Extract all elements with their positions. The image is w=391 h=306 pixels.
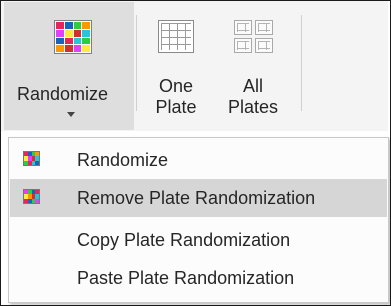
color-grid-icon	[23, 151, 40, 166]
color-cell	[56, 45, 64, 52]
menu-item-copy-plate-randomization[interactable]: Copy Plate Randomization	[10, 221, 387, 259]
color-grid-remove-icon	[23, 189, 40, 204]
chevron-down-icon	[67, 112, 75, 117]
color-cell	[56, 29, 64, 37]
color-cell	[82, 22, 90, 29]
color-cell	[64, 22, 73, 29]
color-cell	[56, 37, 64, 45]
randomize-dropdown-button[interactable]: Randomize	[4, 2, 134, 130]
ribbon-separator	[136, 15, 137, 111]
color-cell	[73, 22, 82, 29]
ribbon-toolbar: Randomize One Plate All Plates	[1, 1, 388, 131]
menu-item-label: Paste Plate Randomization	[77, 268, 295, 288]
color-cell	[64, 29, 73, 37]
color-grid-icon	[54, 20, 92, 54]
color-cell	[73, 45, 82, 52]
one-plate-button[interactable]: One Plate	[141, 2, 211, 130]
menu-item-label: Randomize	[77, 150, 169, 170]
menu-item-label: Remove Plate Randomization	[77, 188, 316, 208]
one-plate-label-line2: Plate	[155, 97, 197, 117]
multi-plate-grid-icon	[234, 20, 274, 54]
one-plate-label: One Plate	[141, 76, 211, 118]
single-plate-grid-icon	[158, 20, 194, 53]
randomize-button-label: Randomize	[17, 84, 109, 104]
ribbon-separator	[301, 15, 302, 111]
color-cell	[73, 37, 82, 45]
all-plates-label-line2: Plates	[227, 97, 279, 117]
color-cell	[82, 45, 90, 52]
color-cell	[64, 45, 73, 52]
all-plates-button[interactable]: All Plates	[213, 2, 293, 130]
menu-item-randomize[interactable]: Randomize	[10, 141, 387, 179]
color-cell	[82, 37, 90, 45]
all-plates-label-line1: All	[242, 76, 263, 96]
menu-item-remove-plate-randomization[interactable]: Remove Plate Randomization	[10, 179, 387, 217]
color-cell	[35, 160, 39, 165]
color-cell	[56, 22, 64, 29]
color-cell	[64, 37, 73, 45]
color-cell	[73, 29, 82, 37]
color-cell	[82, 29, 90, 37]
one-plate-label-line1: One	[158, 76, 194, 96]
menu-item-label: Copy Plate Randomization	[77, 230, 291, 250]
all-plates-label: All Plates	[213, 76, 293, 118]
menu-item-paste-plate-randomization[interactable]: Paste Plate Randomization	[10, 259, 387, 297]
randomize-dropdown-menu: Randomize Remove Plate Randomization Cop…	[8, 137, 389, 303]
color-cell	[35, 198, 39, 203]
